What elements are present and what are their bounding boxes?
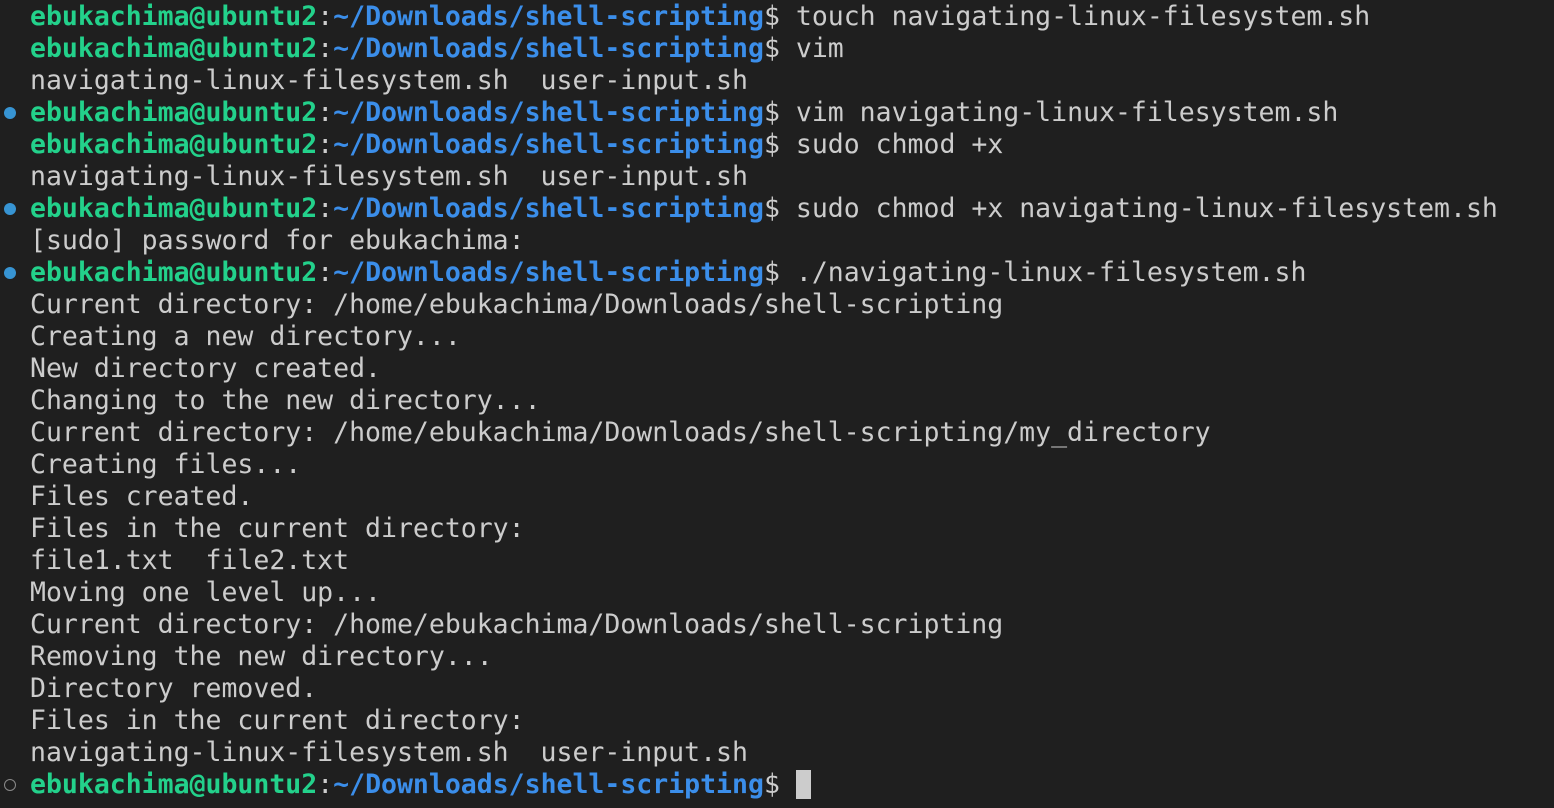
output-line: Creating a new directory... xyxy=(0,321,1554,353)
output-line: [sudo] password for ebukachima: xyxy=(0,225,1554,257)
prompt-line: ebukachima@ubuntu2:~/Downloads/shell-scr… xyxy=(0,257,1554,289)
prompt-path: ~/Downloads/shell-scripting xyxy=(333,129,764,160)
command-text: vim xyxy=(779,33,844,64)
command-success-dot-icon[interactable] xyxy=(4,267,16,279)
output-text: Current directory: /home/ebukachima/Down… xyxy=(30,289,1004,320)
output-text: navigating-linux-filesystem.sh user-inpu… xyxy=(30,161,748,192)
output-line: navigating-linux-filesystem.sh user-inpu… xyxy=(0,161,1554,193)
output-text: Moving one level up... xyxy=(30,577,381,608)
prompt-line: ebukachima@ubuntu2:~/Downloads/shell-scr… xyxy=(0,1,1554,33)
prompt-path: ~/Downloads/shell-scripting xyxy=(333,193,764,224)
output-line: Current directory: /home/ebukachima/Down… xyxy=(0,609,1554,641)
prompt-path: ~/Downloads/shell-scripting xyxy=(333,257,764,288)
command-text: sudo chmod +x navigating-linux-filesyste… xyxy=(779,193,1498,224)
prompt-symbol: $ xyxy=(763,257,780,288)
command-text: sudo chmod +x xyxy=(779,129,1004,160)
output-text: Current directory: /home/ebukachima/Down… xyxy=(30,609,1004,640)
output-text: Files in the current directory: xyxy=(30,705,525,736)
output-text: Changing to the new directory... xyxy=(30,385,541,416)
output-line: Directory removed. xyxy=(0,673,1554,705)
terminal-panel[interactable]: ebukachima@ubuntu2:~/Downloads/shell-scr… xyxy=(0,0,1554,808)
output-line: navigating-linux-filesystem.sh user-inpu… xyxy=(0,737,1554,769)
prompt-separator: : xyxy=(317,1,334,32)
prompt-separator: : xyxy=(317,33,334,64)
output-text: Directory removed. xyxy=(30,673,318,704)
command-pending-circle-icon[interactable] xyxy=(4,779,16,791)
terminal-cursor[interactable] xyxy=(795,770,811,799)
prompt-separator: : xyxy=(317,769,334,800)
output-text: Files in the current directory: xyxy=(30,513,525,544)
output-line: navigating-linux-filesystem.sh user-inpu… xyxy=(0,65,1554,97)
command-text: vim navigating-linux-filesystem.sh xyxy=(779,97,1339,128)
output-line: Current directory: /home/ebukachima/Down… xyxy=(0,289,1554,321)
prompt-user-host: ebukachima@ubuntu2 xyxy=(30,193,318,224)
prompt-symbol: $ xyxy=(763,97,780,128)
prompt-line: ebukachima@ubuntu2:~/Downloads/shell-scr… xyxy=(0,97,1554,129)
output-line: Creating files... xyxy=(0,449,1554,481)
output-text: navigating-linux-filesystem.sh user-inpu… xyxy=(30,65,748,96)
prompt-user-host: ebukachima@ubuntu2 xyxy=(30,1,318,32)
prompt-separator: : xyxy=(317,193,334,224)
command-success-dot-icon[interactable] xyxy=(4,107,16,119)
prompt-symbol: $ xyxy=(763,769,780,800)
output-text: navigating-linux-filesystem.sh user-inpu… xyxy=(30,737,748,768)
prompt-line: ebukachima@ubuntu2:~/Downloads/shell-scr… xyxy=(0,193,1554,225)
output-line: Removing the new directory... xyxy=(0,641,1554,673)
prompt-user-host: ebukachima@ubuntu2 xyxy=(30,129,318,160)
output-text: Creating a new directory... xyxy=(30,321,461,352)
output-text: [sudo] password for ebukachima: xyxy=(30,225,525,256)
prompt-separator: : xyxy=(317,257,334,288)
prompt-line: ebukachima@ubuntu2:~/Downloads/shell-scr… xyxy=(0,129,1554,161)
prompt-symbol: $ xyxy=(763,1,780,32)
prompt-user-host: ebukachima@ubuntu2 xyxy=(30,769,318,800)
prompt-path: ~/Downloads/shell-scripting xyxy=(333,33,764,64)
prompt-line: ebukachima@ubuntu2:~/Downloads/shell-scr… xyxy=(0,33,1554,65)
output-text: Removing the new directory... xyxy=(30,641,493,672)
prompt-path: ~/Downloads/shell-scripting xyxy=(333,97,764,128)
output-text: Files created. xyxy=(30,481,254,512)
prompt-separator: : xyxy=(317,97,334,128)
output-line: Moving one level up... xyxy=(0,577,1554,609)
output-line: Current directory: /home/ebukachima/Down… xyxy=(0,417,1554,449)
output-text: Current directory: /home/ebukachima/Down… xyxy=(30,417,1211,448)
prompt-path: ~/Downloads/shell-scripting xyxy=(333,1,764,32)
prompt-user-host: ebukachima@ubuntu2 xyxy=(30,33,318,64)
prompt-user-host: ebukachima@ubuntu2 xyxy=(30,257,318,288)
output-line: Files in the current directory: xyxy=(0,705,1554,737)
output-line: Files in the current directory: xyxy=(0,513,1554,545)
output-text: New directory created. xyxy=(30,353,381,384)
output-line: New directory created. xyxy=(0,353,1554,385)
output-line: file1.txt file2.txt xyxy=(0,545,1554,577)
output-line: Files created. xyxy=(0,481,1554,513)
command-text: touch navigating-linux-filesystem.sh xyxy=(779,1,1371,32)
prompt-line: ebukachima@ubuntu2:~/Downloads/shell-scr… xyxy=(0,769,1554,801)
prompt-path: ~/Downloads/shell-scripting xyxy=(333,769,764,800)
command-text: ./navigating-linux-filesystem.sh xyxy=(779,257,1307,288)
command-success-dot-icon[interactable] xyxy=(4,203,16,215)
output-text: file1.txt file2.txt xyxy=(30,545,350,576)
prompt-symbol: $ xyxy=(763,129,780,160)
prompt-symbol: $ xyxy=(763,33,780,64)
prompt-separator: : xyxy=(317,129,334,160)
prompt-user-host: ebukachima@ubuntu2 xyxy=(30,97,318,128)
output-text: Creating files... xyxy=(30,449,302,480)
prompt-symbol: $ xyxy=(763,193,780,224)
output-line: Changing to the new directory... xyxy=(0,385,1554,417)
